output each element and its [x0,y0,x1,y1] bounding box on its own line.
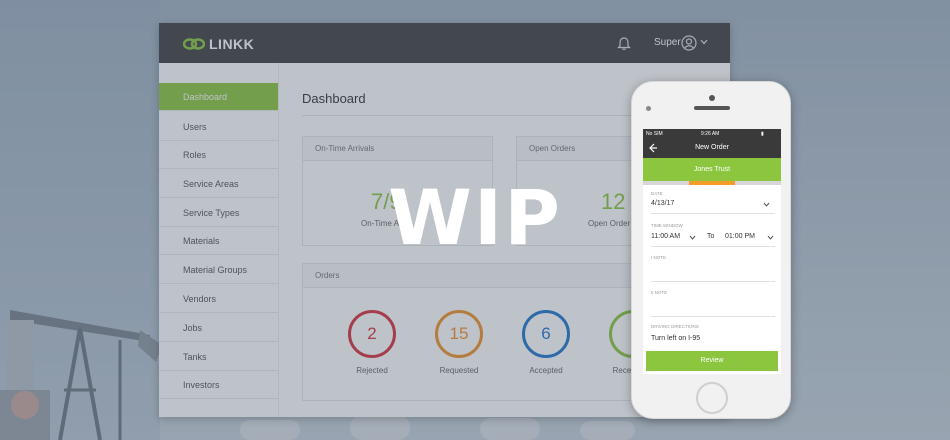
silos-illustration [240,415,635,440]
divider [651,316,775,317]
sidebar-item-vendors[interactable]: Vendors [159,285,278,313]
sidebar-item-roles[interactable]: Roles [159,141,278,169]
card-header: On-Time Arrivals [303,137,492,161]
chevron-down-icon[interactable] [700,39,708,45]
accepted-label: Accepted [529,366,563,375]
camera-dot [709,95,715,101]
pumpjack-illustration [0,310,162,440]
page-title: Dashboard [302,91,366,106]
note-2-label: II NOTE [651,290,668,295]
home-button[interactable] [696,382,728,414]
user-name[interactable]: Super [654,37,681,48]
requested-count[interactable]: 15 [435,310,483,358]
sensor-dot [646,106,651,111]
brand-name: LINKK [209,36,255,52]
nav-title: New Order [695,144,729,151]
sidebar-item-material-groups[interactable]: Material Groups [159,256,278,284]
review-button[interactable]: Review [646,351,778,371]
link-logo-icon [183,38,205,50]
sidebar-item-users[interactable]: Users [159,113,278,141]
bell-icon[interactable] [617,36,631,51]
directions-field[interactable]: Turn left on I-95 [651,335,700,342]
speaker-slot [694,106,730,110]
carrier-label: No SIM [646,131,663,137]
accepted-count[interactable]: 6 [522,310,570,358]
status-time: 9:26 AM [701,131,720,137]
sidebar-item-jobs[interactable]: Jobs [159,314,278,342]
brand-logo[interactable]: LINKK [183,36,254,52]
phone-navbar: New Order [643,139,781,158]
divider [651,281,775,282]
wip-overlay-text: WIP [388,173,562,262]
top-bar: LINKK Super [159,23,730,63]
sidebar-item-investors[interactable]: Investors [159,371,278,399]
directions-label: DRIVING DIRECTIONS [651,324,699,329]
battery-icon: ▮ [761,131,764,137]
requested-label: Requested [439,366,479,375]
sidebar-item-dashboard[interactable]: Dashboard [159,83,278,111]
rejected-count[interactable]: 2 [348,310,396,358]
sidebar-item-tanks[interactable]: Tanks [159,343,278,371]
rejected-label: Rejected [356,366,388,375]
status-bar: No SIM 9:26 AM ▮ [643,129,781,139]
user-avatar-icon[interactable] [681,35,697,51]
